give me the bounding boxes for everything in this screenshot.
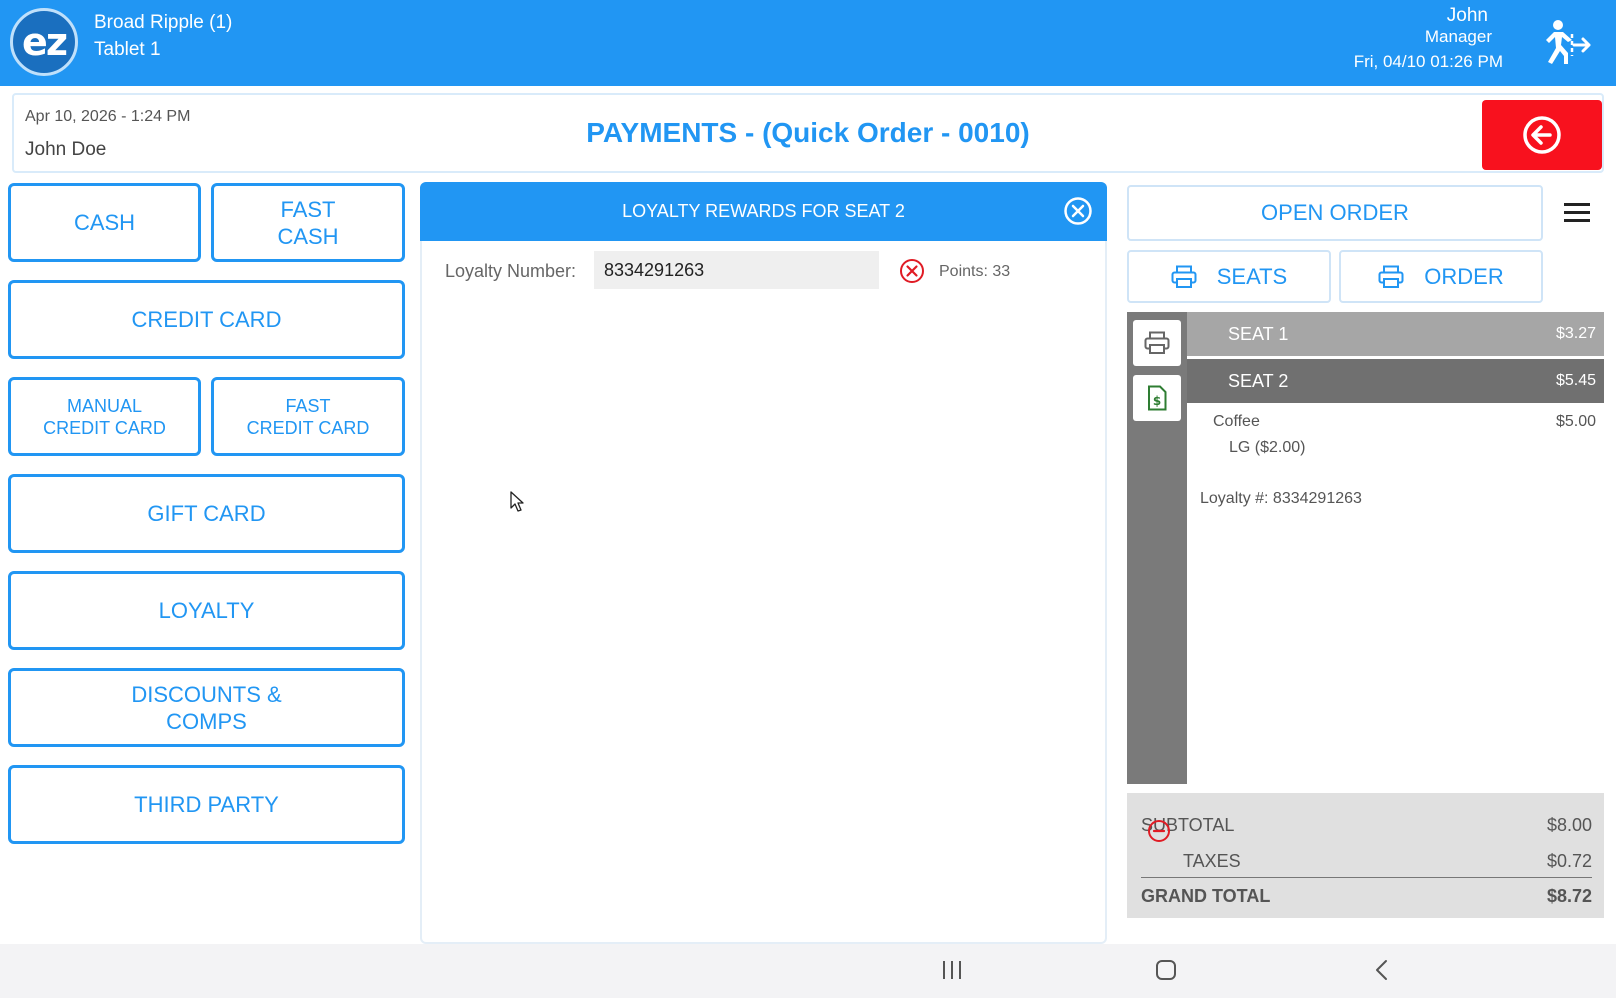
user-role: Manager <box>1424 27 1492 46</box>
hamburger-menu-icon[interactable] <box>1563 199 1591 227</box>
loyalty-rewards-panel: LOYALTY REWARDS FOR SEAT 2 Loyalty Numbe… <box>420 182 1107 944</box>
home-icon[interactable] <box>1154 958 1178 987</box>
printer-icon <box>1378 265 1404 288</box>
grand-total-label: GRAND TOTAL <box>1141 886 1271 906</box>
cash-button[interactable]: CASH <box>8 183 201 262</box>
order-header: Apr 10, 2026 - 1:24 PM John Doe PAYMENTS… <box>12 93 1604 173</box>
loyalty-panel-title: LOYALTY REWARDS FOR SEAT 2 <box>622 201 905 221</box>
print-seats-button[interactable]: SEATS <box>1127 250 1331 303</box>
loyalty-button[interactable]: LOYALTY <box>8 571 405 650</box>
credit-card-button[interactable]: CREDIT CARD <box>8 280 405 359</box>
print-receipt-button[interactable] <box>1133 320 1181 366</box>
svg-text:$: $ <box>1153 394 1161 408</box>
item-name[interactable]: Coffee <box>1213 413 1260 431</box>
loyalty-number-input[interactable] <box>594 251 879 289</box>
close-circle-icon[interactable] <box>1063 196 1093 226</box>
fast-credit-card-button[interactable]: FAST CREDIT CARD <box>211 377 405 456</box>
arrow-left-circle-icon <box>1523 116 1561 154</box>
open-order-button[interactable]: OPEN ORDER <box>1127 185 1543 241</box>
print-seats-label: SEATS <box>1216 263 1288 289</box>
seat-label: SEAT 2 <box>1228 371 1289 391</box>
mouse-cursor-icon <box>510 491 524 512</box>
loyalty-points: Points: 33 <box>939 263 1011 280</box>
subtotal-value: $8.00 <box>1546 815 1592 835</box>
system-nav-bar <box>0 944 1616 998</box>
item-price: $5.00 <box>1555 413 1596 430</box>
seat-row-selected[interactable]: SEAT 2 $5.45 <box>1187 359 1604 403</box>
seat-row[interactable]: SEAT 1 $3.27 <box>1187 312 1604 356</box>
grand-total-value: $8.72 <box>1546 886 1592 906</box>
remove-taxes-icon[interactable] <box>1147 819 1171 843</box>
invoice-button[interactable]: $ <box>1133 375 1181 421</box>
printer-icon <box>1144 331 1170 354</box>
current-datetime: Fri, 04/10 01:26 PM <box>1353 52 1503 71</box>
store-name: Broad Ripple (1) <box>94 12 233 33</box>
ez-logo: ez <box>10 8 78 76</box>
back-nav-icon[interactable] <box>1370 958 1394 987</box>
loyalty-number-label: Loyalty Number: <box>445 261 577 281</box>
third-party-button[interactable]: THIRD PARTY <box>8 765 405 844</box>
order-totals: SUBTOTAL $8.00 TAXES $0.72 GRAND TOTAL $… <box>1127 793 1604 918</box>
item-modifier: LG ($2.00) <box>1229 439 1306 456</box>
tablet-name: Tablet 1 <box>94 39 161 60</box>
back-button[interactable] <box>1482 100 1602 170</box>
remove-loyalty-icon[interactable] <box>899 258 925 284</box>
user-name: John <box>1446 5 1488 26</box>
discounts-comps-button[interactable]: DISCOUNTS & COMPS <box>8 668 405 747</box>
seat-amount: $3.27 <box>1555 325 1596 342</box>
receipt-sidebar: $ <box>1127 312 1187 784</box>
fast-cash-button[interactable]: FAST CASH <box>211 183 405 262</box>
open-order-label: OPEN ORDER <box>1261 200 1409 225</box>
print-order-label: ORDER <box>1424 263 1504 289</box>
loyalty-panel-header: LOYALTY REWARDS FOR SEAT 2 <box>420 182 1107 241</box>
seat-label: SEAT 1 <box>1228 324 1289 344</box>
top-bar: ez Broad Ripple (1) Tablet 1 John Manage… <box>0 0 1616 86</box>
gift-card-button[interactable]: GIFT CARD <box>8 474 405 553</box>
print-order-button[interactable]: ORDER <box>1339 250 1543 303</box>
invoice-dollar-icon: $ <box>1148 385 1167 411</box>
loyalty-line: Loyalty #: 8334291263 <box>1200 490 1362 507</box>
recent-apps-icon[interactable] <box>940 958 964 987</box>
printer-icon <box>1171 265 1197 288</box>
taxes-value: $0.72 <box>1546 851 1592 871</box>
totals-divider <box>1141 877 1592 878</box>
page-title: PAYMENTS - (Quick Order - 0010) <box>586 117 1030 148</box>
manual-credit-card-button[interactable]: MANUAL CREDIT CARD <box>8 377 201 456</box>
order-receipt: $ SEAT 1 $3.27 SEAT 2 $5.45 Coffee $5.00… <box>1127 312 1604 793</box>
logout-running-icon[interactable] <box>1536 18 1592 66</box>
taxes-label: TAXES <box>1183 851 1241 871</box>
seat-amount: $5.45 <box>1555 372 1596 389</box>
